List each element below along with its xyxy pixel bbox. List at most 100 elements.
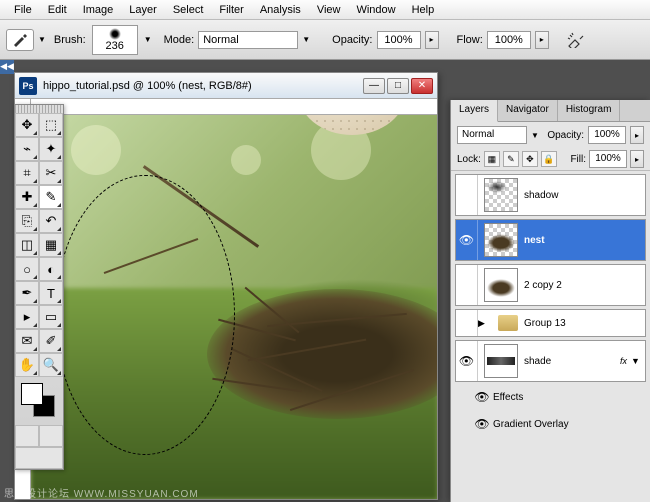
layer-thumbnail[interactable]	[484, 344, 518, 378]
options-bar: ▼ Brush: 236 ▼ Mode: Normal ▼ Opacity: 1…	[0, 20, 650, 60]
eyedropper-tool[interactable]: ✐	[39, 329, 63, 353]
group-expand-icon[interactable]: ▶	[478, 318, 488, 329]
standard-mode-icon[interactable]	[15, 425, 39, 447]
slice-tool[interactable]: ✂	[39, 161, 63, 185]
effect-item-row[interactable]: 👁 Gradient Overlay	[471, 412, 646, 436]
layer-name[interactable]: shadow	[524, 190, 645, 201]
layer-row[interactable]: 2 copy 2	[455, 264, 646, 306]
layer-thumbnail[interactable]	[484, 223, 518, 257]
maximize-button[interactable]: □	[387, 78, 409, 94]
shape-tool[interactable]: ▭	[39, 305, 63, 329]
menu-edit[interactable]: Edit	[40, 4, 75, 16]
menu-analysis[interactable]: Analysis	[252, 4, 309, 16]
layer-opacity-input[interactable]: 100%	[588, 126, 626, 144]
visibility-toggle[interactable]	[456, 310, 478, 336]
layer-name[interactable]: shade	[524, 356, 620, 367]
lock-all-icon[interactable]: 🔒	[541, 151, 557, 167]
move-tool[interactable]: ✥	[15, 113, 39, 137]
panel-grip[interactable]	[15, 105, 63, 113]
tab-layers[interactable]: Layers	[451, 100, 498, 122]
layer-blend-mode-select[interactable]: Normal	[457, 126, 527, 144]
notes-tool[interactable]: ✉	[15, 329, 39, 353]
type-tool[interactable]: T	[39, 281, 63, 305]
visibility-toggle[interactable]	[456, 175, 478, 215]
zoom-tool[interactable]: 🔍	[39, 353, 63, 377]
visibility-toggle[interactable]: 👁	[471, 385, 493, 409]
visibility-toggle[interactable]	[456, 265, 478, 305]
fx-badge[interactable]: fx	[620, 356, 627, 366]
lock-transparency-icon[interactable]: ▦	[484, 151, 500, 167]
menu-help[interactable]: Help	[404, 4, 443, 16]
flow-flyout[interactable]: ▸	[535, 31, 549, 49]
layer-opacity-flyout[interactable]: ▸	[630, 126, 644, 144]
layer-group-row[interactable]: ▶ Group 13	[455, 309, 646, 337]
brush-preset-picker[interactable]: 236	[92, 25, 138, 55]
blend-mode-select[interactable]: Normal	[198, 31, 298, 49]
current-tool-icon[interactable]	[6, 29, 34, 51]
brush-tool[interactable]: ✎	[39, 185, 63, 209]
marquee-tool[interactable]: ⬚	[39, 113, 63, 137]
airbrush-icon[interactable]	[563, 29, 591, 51]
stamp-tool[interactable]: ⎘	[15, 209, 39, 233]
close-button[interactable]: ✕	[411, 78, 433, 94]
menu-file[interactable]: File	[6, 4, 40, 16]
layer-thumbnail[interactable]	[484, 268, 518, 302]
color-swatches[interactable]	[19, 381, 59, 421]
visibility-toggle[interactable]: 👁	[471, 412, 493, 436]
lock-position-icon[interactable]: ✥	[522, 151, 538, 167]
layer-name[interactable]: nest	[524, 235, 645, 246]
hand-tool[interactable]: ✋	[15, 353, 39, 377]
horizontal-ruler[interactable]	[31, 99, 437, 115]
dodge-tool[interactable]: ◐	[39, 257, 63, 281]
fill-input[interactable]: 100%	[589, 150, 627, 168]
collapse-panels-icon[interactable]: ◀◀	[0, 60, 14, 74]
menu-view[interactable]: View	[309, 4, 349, 16]
gradient-tool[interactable]: ▦	[39, 233, 63, 257]
flow-label: Flow:	[457, 34, 483, 46]
menu-select[interactable]: Select	[165, 4, 212, 16]
magic-wand-tool[interactable]: ✦	[39, 137, 63, 161]
menu-image[interactable]: Image	[75, 4, 122, 16]
workspace: ◀◀ Ps hippo_tutorial.psd @ 100% (nest, R…	[0, 60, 650, 502]
opacity-input[interactable]: 100%	[377, 31, 421, 49]
path-select-tool[interactable]: ▸	[15, 305, 39, 329]
layer-list: shadow 👁 nest 2 copy 2 ▶ Group 13 👁	[451, 174, 650, 436]
layer-row[interactable]: 👁 nest	[455, 219, 646, 261]
fx-expand-icon[interactable]: ▼	[631, 356, 641, 366]
minimize-button[interactable]: —	[363, 78, 385, 94]
marquee-selection	[55, 175, 235, 455]
tab-navigator[interactable]: Navigator	[498, 100, 558, 121]
lock-pixels-icon[interactable]: ✎	[503, 151, 519, 167]
foreground-color[interactable]	[21, 383, 43, 405]
layer-name[interactable]: Group 13	[524, 318, 645, 329]
fill-label: Fill:	[570, 154, 586, 165]
menu-window[interactable]: Window	[348, 4, 403, 16]
flow-input[interactable]: 100%	[487, 31, 531, 49]
menu-layer[interactable]: Layer	[121, 4, 165, 16]
effects-row[interactable]: 👁 Effects	[471, 385, 646, 409]
tab-histogram[interactable]: Histogram	[558, 100, 621, 121]
layer-row[interactable]: 👁 shade fx ▼	[455, 340, 646, 382]
crop-tool[interactable]: ⌗	[15, 161, 39, 185]
opacity-flyout[interactable]: ▸	[425, 31, 439, 49]
quick-mask-icon[interactable]	[39, 425, 63, 447]
fill-flyout[interactable]: ▸	[630, 150, 644, 168]
lasso-tool[interactable]: ⌁	[15, 137, 39, 161]
canvas[interactable]	[31, 115, 437, 499]
history-brush-tool[interactable]: ↶	[39, 209, 63, 233]
visibility-toggle[interactable]: 👁	[456, 341, 478, 381]
document-titlebar[interactable]: Ps hippo_tutorial.psd @ 100% (nest, RGB/…	[15, 73, 437, 99]
eraser-tool[interactable]: ◫	[15, 233, 39, 257]
screen-mode-icon[interactable]	[15, 447, 63, 469]
pen-tool[interactable]: ✒	[15, 281, 39, 305]
visibility-toggle[interactable]: 👁	[456, 220, 478, 260]
layer-thumbnail[interactable]	[484, 178, 518, 212]
menu-filter[interactable]: Filter	[211, 4, 251, 16]
layer-row[interactable]: shadow	[455, 174, 646, 216]
effect-name: Gradient Overlay	[493, 419, 646, 430]
blur-tool[interactable]: ○	[15, 257, 39, 281]
healing-tool[interactable]: ✚	[15, 185, 39, 209]
layer-name[interactable]: 2 copy 2	[524, 280, 645, 291]
egg-object	[297, 115, 407, 135]
effects-label: Effects	[493, 392, 646, 403]
